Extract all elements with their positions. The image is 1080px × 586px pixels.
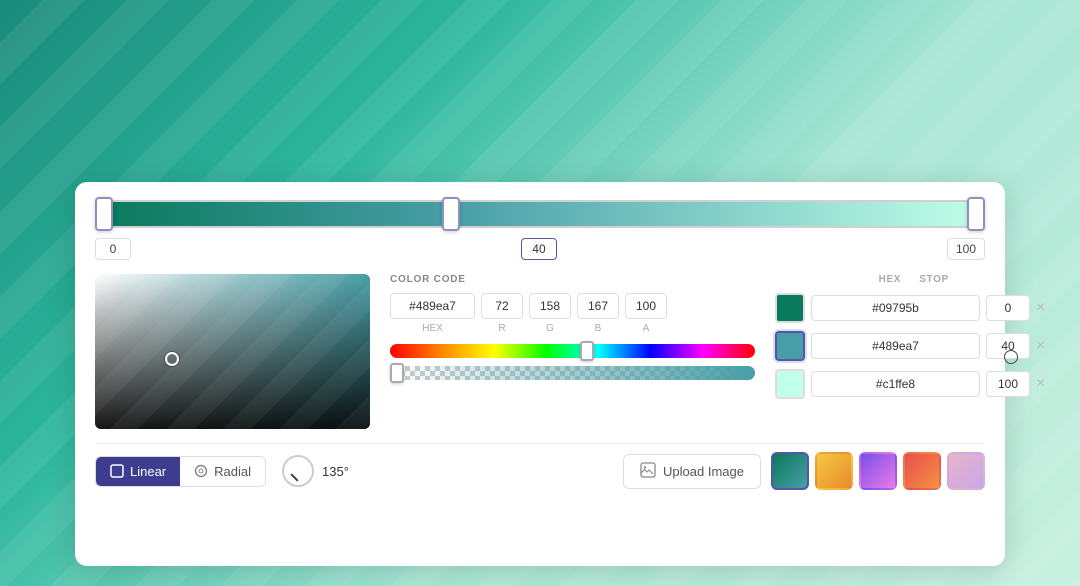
hue-slider[interactable] xyxy=(390,344,755,358)
b-label: B xyxy=(577,323,619,334)
preset-swatch-3[interactable] xyxy=(859,452,897,490)
radial-button[interactable]: Radial xyxy=(180,457,265,486)
r-label: R xyxy=(481,323,523,334)
slider-mid-label[interactable]: 40 xyxy=(521,238,557,260)
slider-thumb-middle[interactable] xyxy=(442,197,460,231)
hex-input[interactable] xyxy=(390,293,475,319)
color-stops-section: HEX STOP × × xyxy=(775,274,985,429)
stop-row-1: × xyxy=(775,293,985,323)
stop-row-3: × xyxy=(775,369,985,399)
upload-label: Upload Image xyxy=(663,464,744,479)
alpha-thumb[interactable] xyxy=(390,363,404,383)
color-inputs-row xyxy=(390,293,755,319)
preset-swatch-1[interactable] xyxy=(771,452,809,490)
radial-label: Radial xyxy=(214,464,251,479)
stop-value-1[interactable] xyxy=(986,295,1030,321)
stops-delete-col-label xyxy=(959,274,983,285)
color-canvas[interactable] xyxy=(95,274,370,429)
stop-swatch-1[interactable] xyxy=(775,293,805,323)
gradient-track[interactable] xyxy=(95,200,985,228)
a-label: A xyxy=(625,323,667,334)
preset-swatch-2[interactable] xyxy=(815,452,853,490)
alpha-slider[interactable] xyxy=(390,366,755,380)
linear-button[interactable]: Linear xyxy=(96,457,180,486)
stops-header: HEX STOP xyxy=(775,274,985,285)
canvas-cursor xyxy=(165,352,179,366)
stop-hex-2[interactable] xyxy=(811,333,980,359)
angle-circle[interactable] xyxy=(282,455,314,487)
angle-control: 135° xyxy=(282,455,349,487)
preset-swatches xyxy=(771,452,985,490)
hex-label: HEX xyxy=(390,323,475,334)
upload-image-button[interactable]: Upload Image xyxy=(623,454,761,489)
stop-swatch-3[interactable] xyxy=(775,369,805,399)
g-input[interactable] xyxy=(529,293,571,319)
slider-thumb-right[interactable] xyxy=(967,197,985,231)
stops-hex-col-label: HEX xyxy=(807,274,901,285)
stops-stop-col-label: STOP xyxy=(909,274,959,285)
preset-swatch-4[interactable] xyxy=(903,452,941,490)
gradient-slider-track-container xyxy=(95,200,985,228)
stop-swatch-2[interactable] xyxy=(775,331,805,361)
stop-delete-3[interactable]: × xyxy=(1036,374,1045,394)
hue-thumb[interactable] xyxy=(580,341,594,361)
b-input[interactable] xyxy=(577,293,619,319)
stop-value-3[interactable] xyxy=(986,371,1030,397)
a-input[interactable] xyxy=(625,293,667,319)
r-input[interactable] xyxy=(481,293,523,319)
main-content-area: COLOR CODE HEX R G B A xyxy=(95,274,985,429)
color-canvas-gradient xyxy=(95,274,370,429)
g-label: G xyxy=(529,323,571,334)
stop-delete-1[interactable]: × xyxy=(1036,298,1045,318)
slider-max-label: 100 xyxy=(947,238,985,260)
stop-delete-2[interactable]: × xyxy=(1036,336,1045,356)
stop-row-2: × xyxy=(775,331,985,361)
color-code-section: COLOR CODE HEX R G B A xyxy=(390,274,755,429)
linear-label: Linear xyxy=(130,464,166,479)
color-input-labels: HEX R G B A xyxy=(390,323,755,334)
slider-thumb-left[interactable] xyxy=(95,197,113,231)
slider-labels-row: 0 40 100 xyxy=(95,238,985,260)
bottom-toolbar: Linear Radial 135° xyxy=(95,443,985,490)
linear-icon xyxy=(110,464,124,478)
upload-icon xyxy=(640,462,656,481)
stop-hex-3[interactable] xyxy=(811,371,980,397)
slider-min-label: 0 xyxy=(95,238,131,260)
stop-hex-1[interactable] xyxy=(811,295,980,321)
color-code-title: COLOR CODE xyxy=(390,274,755,285)
gradient-editor-panel: 0 40 100 COLOR CODE HEX R xyxy=(75,182,1005,566)
gradient-slider-section: 0 40 100 xyxy=(95,200,985,260)
radial-icon xyxy=(194,464,208,478)
stop-value-2[interactable] xyxy=(986,333,1030,359)
angle-value: 135° xyxy=(322,464,349,479)
preset-swatch-5[interactable] xyxy=(947,452,985,490)
gradient-type-group: Linear Radial xyxy=(95,456,266,487)
